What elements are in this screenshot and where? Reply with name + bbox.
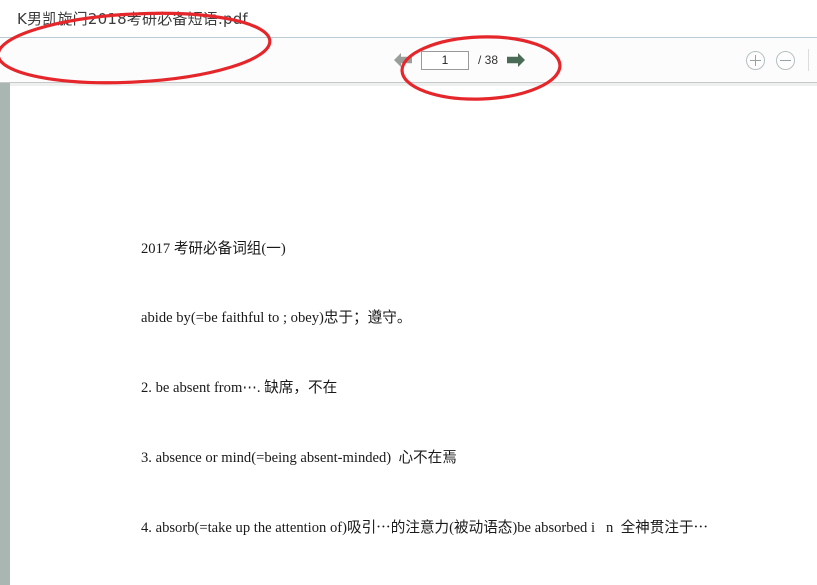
page-navigation-group: / 38 <box>392 50 527 70</box>
left-rail-scrollbar[interactable] <box>0 83 10 585</box>
pdf-page-sheet: 2017 考研必备词组(一) abide by(=be faithful to … <box>10 83 817 585</box>
document-line: abide by(=be faithful to ; obey)忠于；遵守。 <box>141 310 412 327</box>
document-line: 4. absorb(=take up the attention of)吸引⋯的… <box>141 520 709 537</box>
pdf-viewer-window: K男凯旋门2018考研必备短语.pdf / 38 <box>0 0 817 585</box>
toolbar-divider <box>808 49 809 71</box>
page-top-edge <box>10 83 817 86</box>
viewer-toolbar: / 38 <box>0 38 817 83</box>
document-stage: 2017 考研必备词组(一) abide by(=be faithful to … <box>0 83 817 585</box>
page-scroll-area[interactable]: 2017 考研必备词组(一) abide by(=be faithful to … <box>10 83 817 585</box>
page-total-label: / 38 <box>478 53 499 67</box>
zoom-controls-group <box>746 50 795 70</box>
zoom-in-icon[interactable] <box>746 50 765 70</box>
zoom-out-icon[interactable] <box>776 50 795 70</box>
arrow-right-icon[interactable] <box>505 50 527 70</box>
titlebar: K男凯旋门2018考研必备短语.pdf <box>0 0 817 38</box>
page-number-input[interactable] <box>421 50 469 70</box>
document-text-body: 2017 考研必备词组(一) abide by(=be faithful to … <box>141 191 807 585</box>
document-title: K男凯旋门2018考研必备短语.pdf <box>17 10 248 28</box>
arrow-left-icon[interactable] <box>392 50 414 70</box>
document-line: 3. absence or mind(=being absent-minded)… <box>141 450 457 467</box>
document-line: 2. be absent from⋯. 缺席，不在 <box>141 380 338 397</box>
document-line: 2017 考研必备词组(一) <box>141 240 286 257</box>
